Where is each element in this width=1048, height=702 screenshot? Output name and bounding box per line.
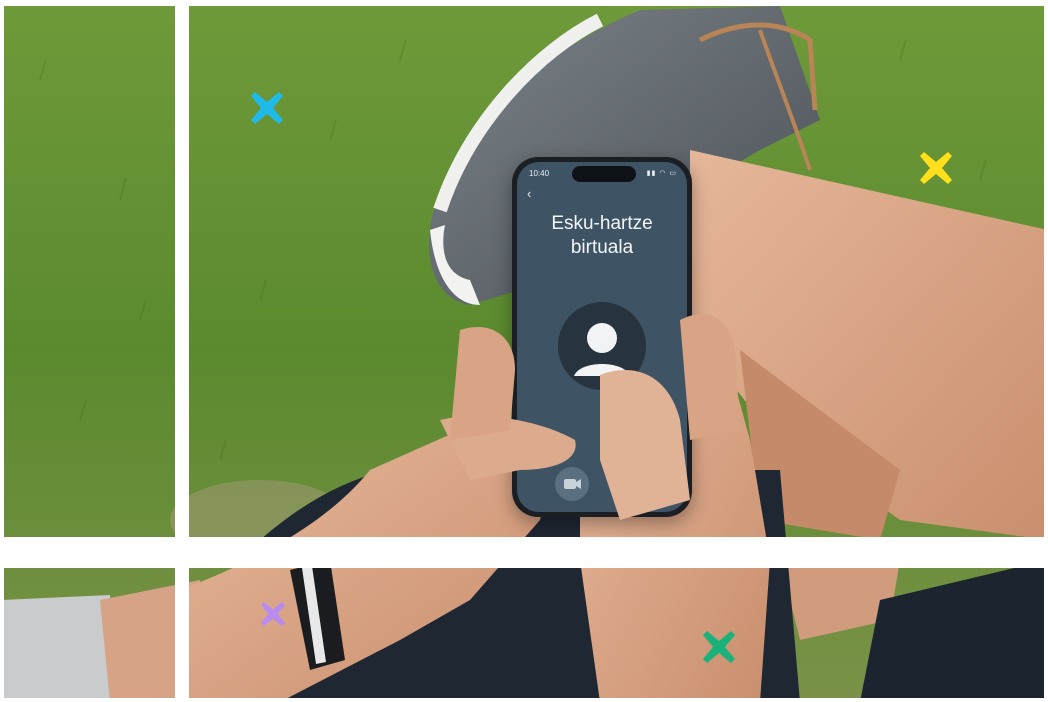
photo-scene: 10:40 ▮▮ ◠ ▭ ‹ Esku-hartze birtuala xyxy=(189,568,1044,698)
yellow-x-marker xyxy=(920,152,952,184)
photo-scene: 10:40 ▮▮ ◠ ▭ ‹ Esku-hartze birtuala xyxy=(4,6,175,537)
photo-scene: 10:40 ▮▮ ◠ ▭ ‹ Esku-hartze birtuala xyxy=(4,568,175,698)
green-x-marker xyxy=(703,631,735,663)
photo-panel-bottom-right: 10:40 ▮▮ ◠ ▭ ‹ Esku-hartze birtuala xyxy=(189,568,1044,698)
purple-x-marker xyxy=(261,602,285,626)
photo-panel-bottom-left: 10:40 ▮▮ ◠ ▭ ‹ Esku-hartze birtuala xyxy=(4,568,175,698)
photo-scene: 10:40 ▮▮ ◠ ▭ ‹ Esku-hartze birtuala xyxy=(189,6,1044,537)
photo-panel-top-left: 10:40 ▮▮ ◠ ▭ ‹ Esku-hartze birtuala xyxy=(4,6,175,537)
cyan-x-marker xyxy=(251,92,283,124)
photo-panel-top-right: 10:40 ▮▮ ◠ ▭ ‹ Esku-hartze birtuala xyxy=(189,6,1044,537)
